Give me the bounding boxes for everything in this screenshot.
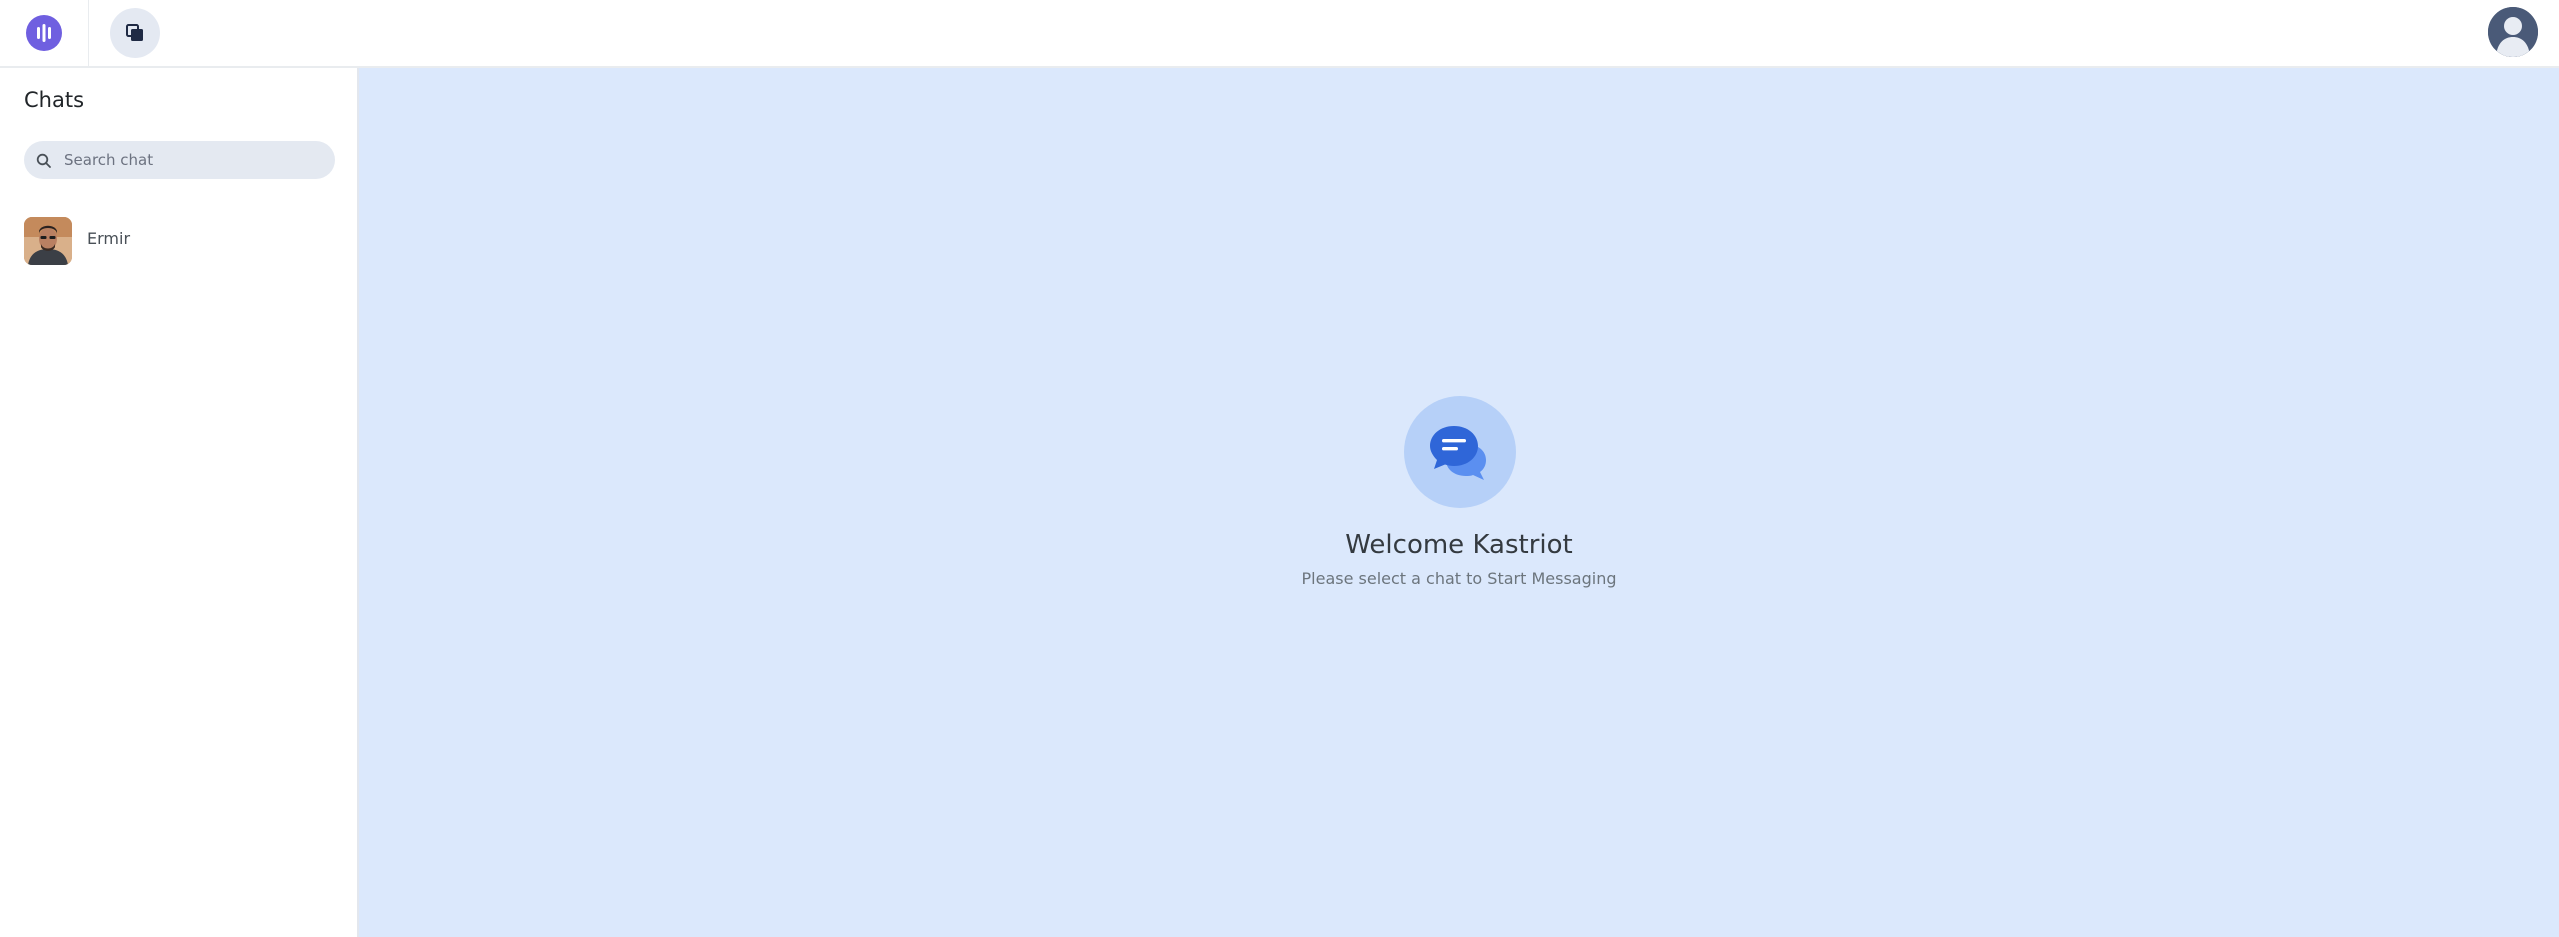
chats-nav-button[interactable] — [110, 8, 160, 58]
search-icon — [36, 153, 51, 168]
chat-sidebar: Chats Ermir — [0, 68, 359, 937]
welcome-subtitle: Please select a chat to Start Messaging — [1301, 569, 1617, 588]
sidebar-title: Chats — [24, 88, 85, 112]
chat-list-item[interactable]: Ermir — [0, 210, 357, 270]
logo-area — [0, 0, 89, 66]
chat-bubbles-icon — [1404, 396, 1516, 508]
welcome-title: Welcome Kastriot — [1345, 530, 1573, 560]
profile-avatar[interactable] — [2488, 7, 2538, 57]
copy-squares-icon — [126, 24, 143, 41]
search-input[interactable] — [64, 141, 324, 179]
contact-avatar — [24, 217, 72, 265]
app-logo-icon[interactable] — [26, 15, 62, 51]
contact-name: Ermir — [87, 229, 131, 248]
search-box[interactable] — [24, 141, 335, 179]
welcome-panel: Welcome Kastriot Please select a chat to… — [359, 68, 2559, 937]
top-bar — [0, 0, 2559, 68]
